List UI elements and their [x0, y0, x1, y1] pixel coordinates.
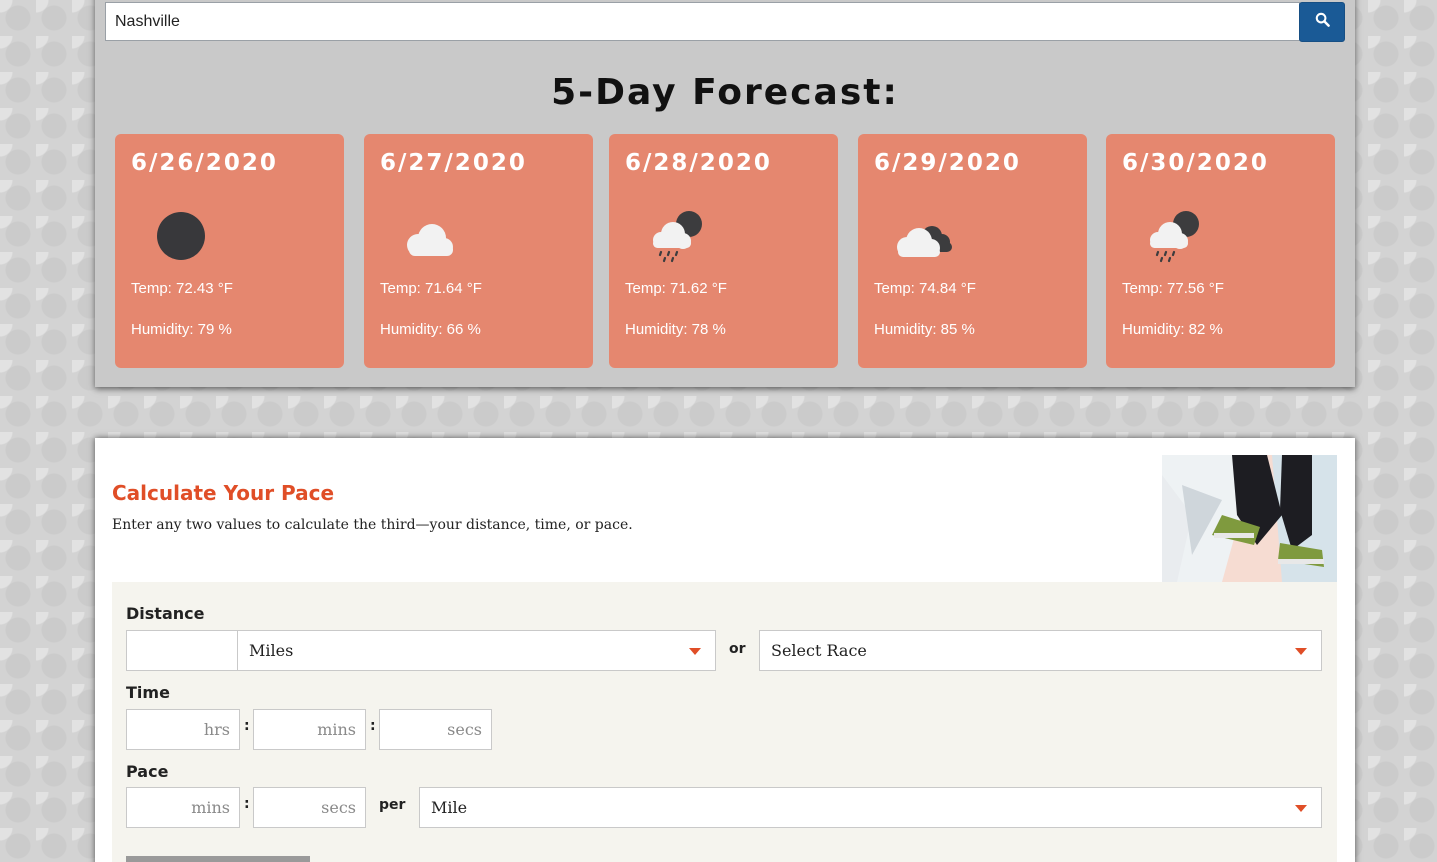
distance-unit-select[interactable]: Miles [237, 630, 716, 671]
search-button[interactable] [1299, 2, 1345, 42]
time-minutes-input[interactable]: mins [253, 709, 366, 750]
forecast-temp: Temp: 71.62 °F [625, 280, 727, 297]
pace-form: Distance Miles or Select Race Time hrs :… [112, 582, 1337, 862]
forecast-date: 6/29/2020 [874, 150, 1021, 176]
pace-label: Pace [126, 762, 169, 781]
pace-minutes-input[interactable]: mins [126, 787, 240, 828]
time-separator: : [370, 718, 376, 734]
runner-legs-image [1162, 455, 1337, 582]
cloud-icon [392, 204, 462, 264]
city-search-input[interactable] [105, 2, 1300, 41]
race-select-value: Select Race [771, 641, 867, 660]
forecast-temp: Temp: 72.43 °F [131, 280, 233, 297]
forecast-humidity: Humidity: 82 % [1122, 321, 1223, 338]
time-seconds-input[interactable]: secs [379, 709, 492, 750]
time-hours-input[interactable]: hrs [126, 709, 240, 750]
time-label: Time [126, 683, 170, 702]
calculate-button[interactable] [126, 856, 310, 862]
forecast-card-day5: 6/30/2020 Temp: 77.56 °F Humidity: 82 % [1106, 134, 1335, 368]
forecast-card-day3: 6/28/2020 Temp: 71.62 °F Humidity: 78 % [609, 134, 838, 368]
chevron-down-icon [1295, 648, 1307, 655]
per-label: per [379, 797, 406, 813]
forecast-temp: Temp: 77.56 °F [1122, 280, 1224, 297]
distance-input[interactable] [126, 630, 238, 671]
pace-description: Enter any two values to calculate the th… [112, 517, 633, 533]
clear-night-moon-icon [143, 204, 213, 264]
forecast-card-day2: 6/27/2020 Temp: 71.64 °F Humidity: 66 % [364, 134, 593, 368]
forecast-date: 6/27/2020 [380, 150, 527, 176]
forecast-temp: Temp: 71.64 °F [380, 280, 482, 297]
pace-separator: : [244, 796, 250, 812]
forecast-humidity: Humidity: 78 % [625, 321, 726, 338]
or-label: or [729, 641, 746, 657]
pace-unit-select[interactable]: Mile [419, 787, 1322, 828]
forecast-title: 5-Day Forecast: [551, 72, 899, 113]
forecast-temp: Temp: 74.84 °F [874, 280, 976, 297]
pace-seconds-input[interactable]: secs [253, 787, 366, 828]
chevron-down-icon [1295, 805, 1307, 812]
forecast-humidity: Humidity: 66 % [380, 321, 481, 338]
rain-cloud-icon [1134, 204, 1204, 264]
forecast-card-day4: 6/29/2020 Temp: 74.84 °F Humidity: 85 % [858, 134, 1087, 368]
weather-panel: 5-Day Forecast: 6/26/2020 Temp: 72.43 °F… [95, 0, 1355, 387]
rain-cloud-icon [637, 204, 707, 264]
chevron-down-icon [689, 648, 701, 655]
pace-calculator-panel: Calculate Your Pace Enter any two values… [95, 438, 1355, 862]
forecast-date: 6/30/2020 [1122, 150, 1269, 176]
pace-title: Calculate Your Pace [112, 481, 335, 505]
pace-unit-value: Mile [431, 798, 468, 817]
broken-clouds-icon [886, 204, 956, 264]
forecast-date: 6/28/2020 [625, 150, 772, 176]
search-icon [1315, 12, 1330, 32]
race-select[interactable]: Select Race [759, 630, 1322, 671]
forecast-humidity: Humidity: 79 % [131, 321, 232, 338]
forecast-date: 6/26/2020 [131, 150, 278, 176]
distance-unit-value: Miles [249, 641, 294, 660]
time-separator: : [244, 718, 250, 734]
distance-label: Distance [126, 604, 205, 623]
forecast-card-day1: 6/26/2020 Temp: 72.43 °F Humidity: 79 % [115, 134, 344, 368]
forecast-humidity: Humidity: 85 % [874, 321, 975, 338]
city-search-bar [105, 2, 1345, 42]
